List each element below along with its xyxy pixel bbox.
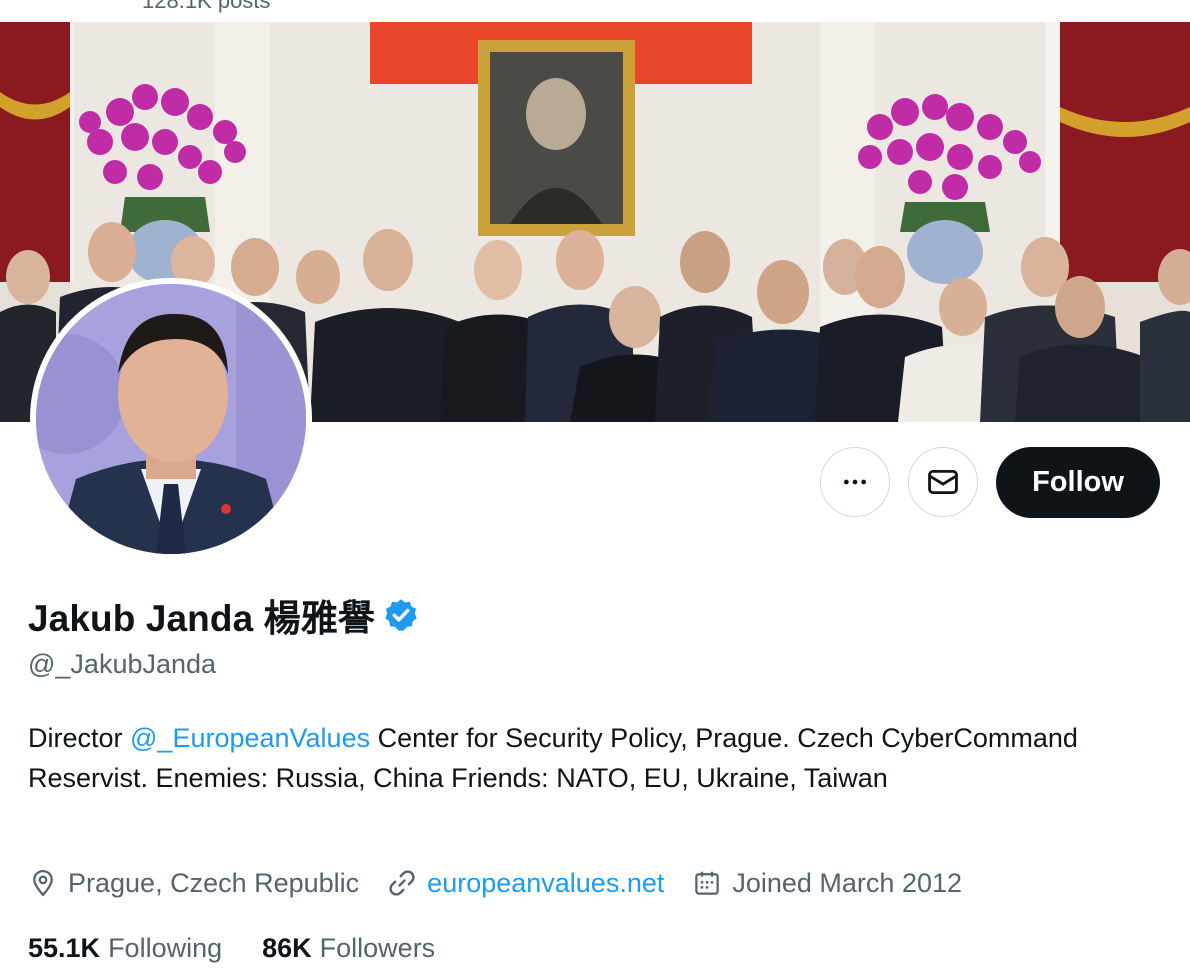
envelope-icon <box>928 469 958 495</box>
link-icon <box>389 870 415 896</box>
profile-avatar[interactable] <box>30 278 312 560</box>
following-count: 55.1K <box>28 932 101 963</box>
user-handle: @_JakubJanda <box>28 649 217 679</box>
verified-badge-icon[interactable] <box>383 597 419 633</box>
location-pin-icon <box>33 869 53 897</box>
display-name: Jakub Janda 楊雅譽 <box>28 598 375 639</box>
profile-meta-row: Prague, Czech Republic europeanvalues.ne… <box>28 863 990 903</box>
following-label: Following <box>108 932 223 963</box>
profile-page: 128.1K posts Follow Jakub Janda 楊雅譽 @_Ja… <box>0 0 1190 976</box>
message-button[interactable] <box>908 447 978 517</box>
joined-date: Joined March 2012 <box>732 867 963 898</box>
following-stat[interactable]: 55.1K Following <box>28 933 222 964</box>
website-link[interactable]: europeanvalues.net <box>427 868 664 899</box>
more-icon <box>843 479 867 485</box>
calendar-icon <box>695 871 720 895</box>
bio-mention-link[interactable]: @_EuropeanValues <box>130 723 370 753</box>
bio-prefix: Director <box>28 723 131 753</box>
top-header-strip: 128.1K posts <box>0 0 1190 22</box>
followers-label: Followers <box>319 932 436 963</box>
location-item: Prague, Czech Republic <box>28 868 359 899</box>
post-count: 128.1K posts <box>142 0 271 13</box>
follow-stats-row: 55.1K Following 86K Followers <box>28 928 475 968</box>
followers-stat[interactable]: 86K Followers <box>262 933 435 964</box>
more-options-button[interactable] <box>820 447 890 517</box>
profile-bio: Director @_EuropeanValues Center for Sec… <box>28 718 1148 798</box>
followers-count: 86K <box>262 932 312 963</box>
location-text: Prague, Czech Republic <box>68 867 360 898</box>
joined-item: Joined March 2012 <box>692 868 962 899</box>
website-item: europeanvalues.net <box>387 868 664 899</box>
display-name-row: Jakub Janda 楊雅譽 <box>28 592 419 639</box>
avatar-image <box>36 284 306 554</box>
follow-button[interactable]: Follow <box>996 447 1160 518</box>
